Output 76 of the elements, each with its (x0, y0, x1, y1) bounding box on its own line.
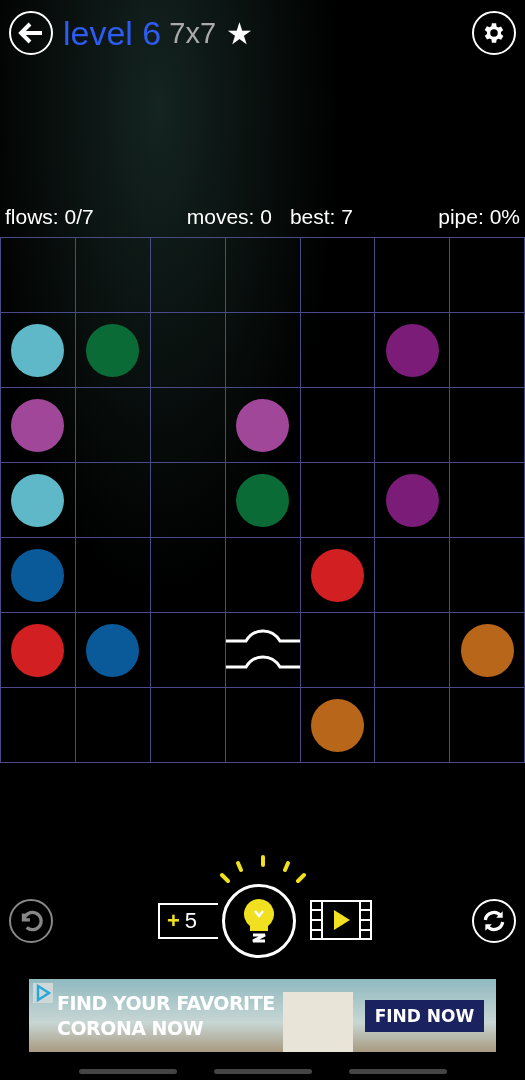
grid-cell[interactable] (450, 238, 525, 313)
flow-dot[interactable] (236, 398, 289, 452)
grid-cell[interactable] (1, 613, 76, 688)
grid-cell[interactable] (450, 538, 525, 613)
grid-cell[interactable] (450, 313, 525, 388)
grid-cell[interactable] (450, 388, 525, 463)
grid-cell[interactable] (75, 613, 151, 688)
grid-cell[interactable] (375, 313, 451, 388)
grid-cell[interactable] (375, 613, 451, 688)
grid-cell[interactable] (450, 463, 525, 538)
restart-button[interactable] (472, 899, 516, 943)
grid-cell[interactable] (150, 313, 226, 388)
grid-cell[interactable] (75, 238, 151, 313)
grid-cell[interactable] (450, 688, 525, 763)
ad-banner[interactable]: FIND YOUR FAVORITE CORONA NOW FIND NOW (29, 979, 496, 1052)
back-arrow-icon (18, 22, 44, 44)
pipe-percent: pipe: 0% (438, 205, 520, 229)
grid-cell[interactable] (375, 238, 451, 313)
grid-cell[interactable] (225, 688, 301, 763)
ad-headline: FIND YOUR FAVORITE (57, 990, 275, 1016)
grid-cell[interactable] (150, 613, 226, 688)
grid-cell[interactable] (375, 388, 451, 463)
watch-video-button[interactable] (310, 899, 372, 943)
back-button[interactable] (9, 11, 53, 55)
flows-count: flows: 0/7 (5, 205, 94, 229)
best-count: best: 7 (289, 205, 353, 229)
flow-dot[interactable] (236, 473, 289, 527)
light-rays-icon (218, 855, 308, 885)
grid-cell[interactable] (300, 388, 376, 463)
grid-cell[interactable] (225, 463, 301, 538)
grid-cell[interactable] (1, 538, 76, 613)
bridge-icon (225, 628, 300, 672)
grid-cell[interactable] (300, 613, 376, 688)
grid-cell[interactable] (375, 688, 451, 763)
ad-choices-icon (33, 983, 53, 1003)
find-now-button[interactable]: FIND NOW (364, 999, 485, 1032)
lightbulb-icon (242, 898, 276, 944)
grid-cell[interactable] (75, 388, 151, 463)
film-play-icon (310, 899, 372, 940)
grid-cell[interactable] (300, 238, 376, 313)
grid-cell[interactable] (150, 388, 226, 463)
grid-cell[interactable] (375, 538, 451, 613)
grid-cell[interactable] (150, 463, 226, 538)
grid-cell[interactable] (300, 313, 376, 388)
grid-cell[interactable] (150, 688, 226, 763)
hint-button[interactable] (222, 884, 296, 958)
grid-cell[interactable] (375, 463, 451, 538)
grid-cell[interactable] (75, 313, 151, 388)
refresh-icon (481, 908, 507, 934)
grid-cell[interactable] (450, 613, 525, 688)
grid-cell[interactable] (300, 538, 376, 613)
grid-cell[interactable] (225, 538, 301, 613)
ad-headline: CORONA NOW (57, 1015, 205, 1041)
grid-cell[interactable] (1, 238, 76, 313)
level-title: level 6 (63, 13, 162, 53)
settings-button[interactable] (472, 11, 516, 55)
grid-cell[interactable] (150, 238, 226, 313)
grid-cell[interactable] (1, 313, 76, 388)
board-size: 7x7 (169, 16, 217, 50)
grid-cell[interactable] (300, 688, 376, 763)
grid-cell[interactable] (75, 688, 151, 763)
grid-cell[interactable] (150, 538, 226, 613)
grid-cell[interactable] (75, 538, 151, 613)
hint-count-button[interactable]: + 5 (158, 903, 218, 939)
grid-cell[interactable] (225, 613, 301, 688)
grid-cell[interactable] (225, 238, 301, 313)
grid-cell[interactable] (75, 463, 151, 538)
grid-cell[interactable] (1, 388, 76, 463)
grid-cell[interactable] (1, 688, 76, 763)
grid-cell[interactable] (225, 313, 301, 388)
star-glyph: ★ (226, 15, 254, 51)
moves-count: moves: 0 (186, 205, 272, 229)
grid-cell[interactable] (1, 463, 76, 538)
grid-cell[interactable] (300, 463, 376, 538)
photo-placeholder (282, 992, 353, 1052)
grid-cell[interactable] (225, 388, 301, 463)
